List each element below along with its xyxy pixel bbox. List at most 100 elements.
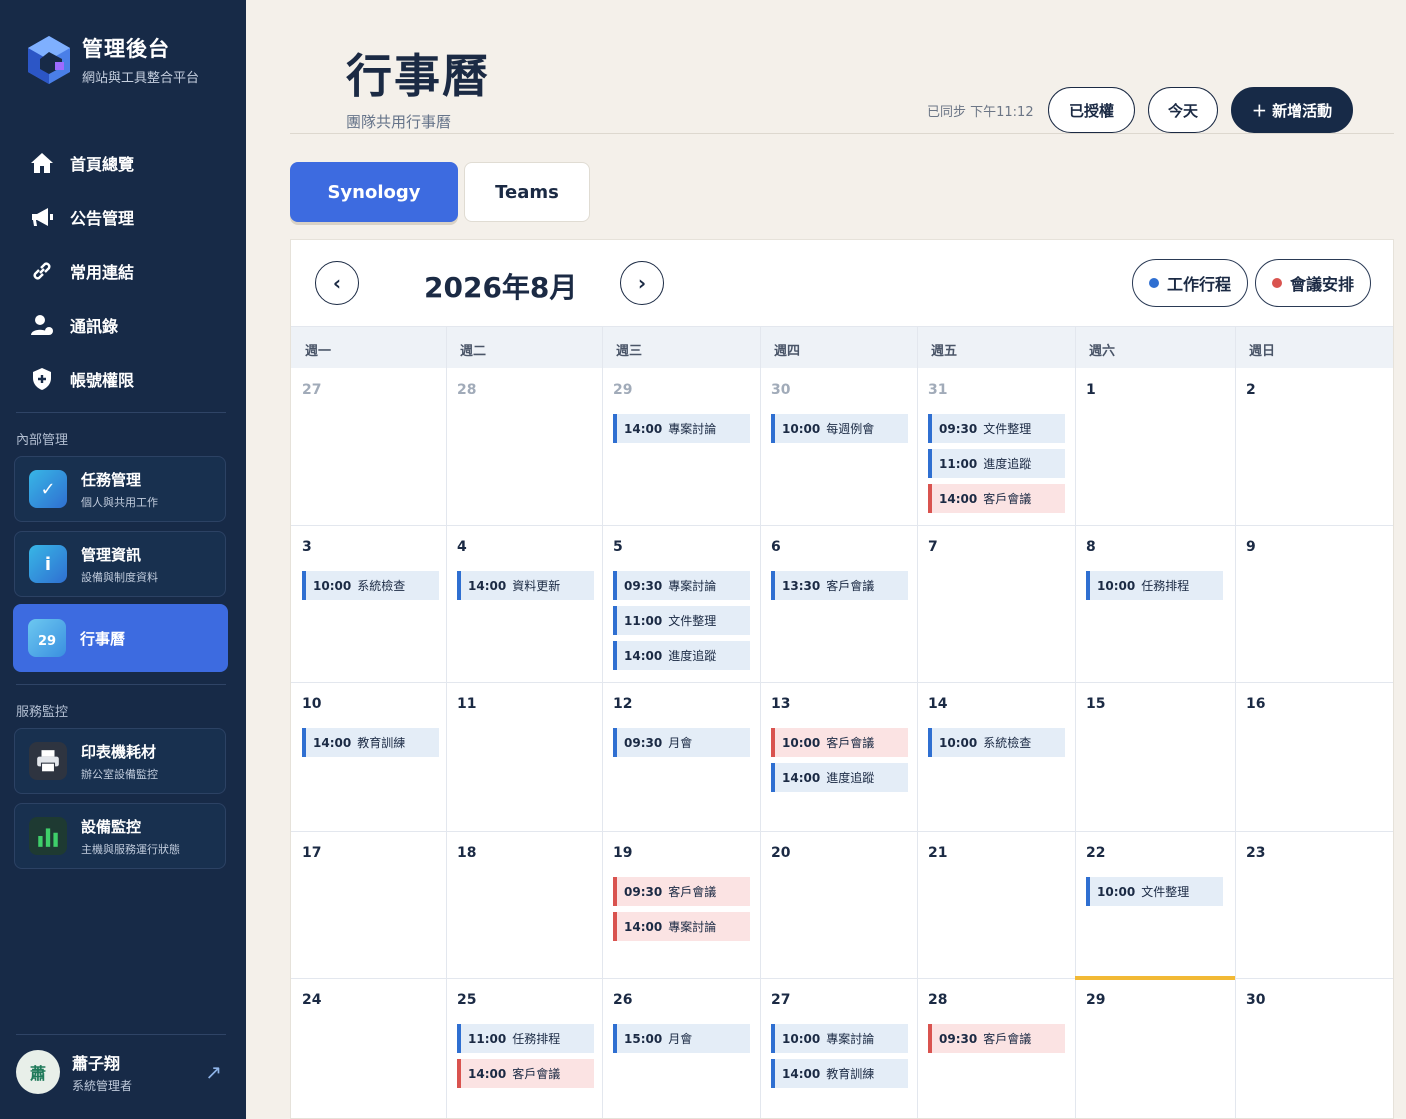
day-number[interactable]: 5 <box>613 539 623 555</box>
day-number[interactable]: 15 <box>1086 696 1105 712</box>
calendar-event[interactable]: 14:00 進度追蹤 <box>771 763 908 792</box>
nav-item-links[interactable]: 常用連結 <box>30 244 134 298</box>
day-number[interactable]: 10 <box>302 696 321 712</box>
day-number[interactable]: 2 <box>1246 382 1256 398</box>
calendar-event[interactable]: 09:30 客戶會議 <box>928 1024 1065 1053</box>
day-number[interactable]: 20 <box>771 845 790 861</box>
event-title: 資料更新 <box>512 579 561 593</box>
day-number[interactable]: 3 <box>302 539 312 555</box>
day-number[interactable]: 23 <box>1246 845 1265 861</box>
event-time: 10:00 <box>1097 578 1136 593</box>
day-number[interactable]: 1 <box>1086 382 1096 398</box>
day-number[interactable]: 7 <box>928 539 938 555</box>
day-number[interactable]: 13 <box>771 696 790 712</box>
event-time: 14:00 <box>624 648 663 663</box>
event-title: 教育訓練 <box>826 1067 875 1081</box>
day-number[interactable]: 24 <box>302 992 321 1008</box>
calendar-event[interactable]: 10:00 系統檢查 <box>928 728 1065 757</box>
day-number[interactable]: 25 <box>457 992 476 1008</box>
sidebar-divider <box>16 1034 226 1035</box>
day-number[interactable]: 12 <box>613 696 632 712</box>
day-number[interactable]: 31 <box>928 382 947 398</box>
grid-row-line <box>291 525 1393 526</box>
calendar-event[interactable]: 11:00 文件整理 <box>613 606 750 635</box>
calendar-event[interactable]: 10:00 系統檢查 <box>302 571 439 600</box>
card-calendar[interactable]: 29 行事曆 <box>13 604 228 672</box>
nav-item-contacts[interactable]: 通訊錄 <box>30 298 134 352</box>
calendar-event[interactable]: 14:00 客戶會議 <box>928 484 1065 513</box>
nav-item-announcements[interactable]: 公告管理 <box>30 190 134 244</box>
calendar-event[interactable]: 09:30 文件整理 <box>928 414 1065 443</box>
day-number[interactable]: 21 <box>928 845 947 861</box>
day-number[interactable]: 27 <box>302 382 321 398</box>
card-title: 行事曆 <box>80 629 126 648</box>
prev-month-button[interactable]: ‹ <box>315 261 359 305</box>
calendar-event[interactable]: 13:30 客戶會議 <box>771 571 908 600</box>
nav-item-permissions[interactable]: 帳號權限 <box>30 352 134 406</box>
card-management-info[interactable]: i 管理資訊 設備與制度資料 <box>14 531 226 597</box>
calendar-event[interactable]: 10:00 任務排程 <box>1086 571 1223 600</box>
today-button[interactable]: 今天 <box>1148 87 1218 133</box>
legend-meeting[interactable]: 會議安排 <box>1255 259 1371 307</box>
calendar-event[interactable]: 14:00 專案討論 <box>613 912 750 941</box>
brand-logo-icon <box>28 35 70 84</box>
card-device-monitor[interactable]: 設備監控 主機與服務運行狀態 <box>14 803 226 869</box>
calendar-event[interactable]: 14:00 專案討論 <box>613 414 750 443</box>
tab-synology[interactable]: Synology <box>290 162 458 222</box>
page-title: 行事曆 <box>346 49 490 103</box>
card-printer-supplies[interactable]: 印表機耗材 辦公室設備監控 <box>14 728 226 794</box>
calendar-event[interactable]: 09:30 月會 <box>613 728 750 757</box>
event-time: 10:00 <box>1097 884 1136 899</box>
calendar-event[interactable]: 11:00 任務排程 <box>457 1024 594 1053</box>
day-number[interactable]: 16 <box>1246 696 1265 712</box>
add-event-button[interactable]: ＋ 新增活動 <box>1231 87 1353 133</box>
tab-teams[interactable]: Teams <box>464 162 590 222</box>
calendar-event[interactable]: 10:00 文件整理 <box>1086 877 1223 906</box>
section-label-internal: 內部管理 <box>16 433 69 448</box>
calendar-event[interactable]: 09:30 客戶會議 <box>613 877 750 906</box>
calendar-event[interactable]: 10:00 專案討論 <box>771 1024 908 1053</box>
bar-chart-icon <box>29 817 67 855</box>
day-number[interactable]: 28 <box>457 382 476 398</box>
day-number[interactable]: 29 <box>613 382 632 398</box>
calendar-event[interactable]: 10:00 客戶會議 <box>771 728 908 757</box>
day-number[interactable]: 11 <box>457 696 476 712</box>
calendar-event[interactable]: 14:00 教育訓練 <box>302 728 439 757</box>
external-arrow-icon[interactable]: ↗ <box>205 1060 222 1084</box>
day-number[interactable]: 30 <box>1246 992 1265 1008</box>
weekday-label: 週一 <box>305 344 332 359</box>
nav-item-home[interactable]: 首頁總覽 <box>30 136 134 190</box>
day-number[interactable]: 19 <box>613 845 632 861</box>
calendar-event[interactable]: 15:00 月會 <box>613 1024 750 1053</box>
brand[interactable]: 管理後台 網站與工具整合平台 <box>26 33 199 86</box>
calendar-event[interactable]: 09:30 專案討論 <box>613 571 750 600</box>
day-number[interactable]: 14 <box>928 696 947 712</box>
day-number[interactable]: 4 <box>457 539 467 555</box>
card-subtitle: 辦公室設備監控 <box>81 767 158 781</box>
day-number[interactable]: 29 <box>1086 992 1105 1008</box>
day-number[interactable]: 28 <box>928 992 947 1008</box>
calendar-event[interactable]: 14:00 資料更新 <box>457 571 594 600</box>
calendar-event[interactable]: 14:00 客戶會議 <box>457 1059 594 1088</box>
grid-column-line <box>760 326 761 1118</box>
day-number[interactable]: 27 <box>771 992 790 1008</box>
card-task-management[interactable]: ✓ 任務管理 個人與共用工作 <box>14 456 226 522</box>
authorized-button[interactable]: 已授權 <box>1048 87 1135 133</box>
user-profile[interactable]: 蕭 蕭子翔 系統管理者 ↗ <box>16 1050 230 1094</box>
day-number[interactable]: 6 <box>771 539 781 555</box>
calendar-event[interactable]: 14:00 進度追蹤 <box>613 641 750 670</box>
day-number[interactable]: 9 <box>1246 539 1256 555</box>
legend-work[interactable]: 工作行程 <box>1132 259 1248 307</box>
day-number[interactable]: 18 <box>457 845 476 861</box>
day-number[interactable]: 30 <box>771 382 790 398</box>
calendar-event[interactable]: 10:00 每週例會 <box>771 414 908 443</box>
day-number[interactable]: 17 <box>302 845 321 861</box>
calendar-event[interactable]: 11:00 進度追蹤 <box>928 449 1065 478</box>
event-time: 11:00 <box>939 456 978 471</box>
day-number[interactable]: 22 <box>1086 845 1105 861</box>
day-number[interactable]: 26 <box>613 992 632 1008</box>
day-number[interactable]: 8 <box>1086 539 1096 555</box>
next-month-button[interactable]: › <box>620 261 664 305</box>
calendar-event[interactable]: 14:00 教育訓練 <box>771 1059 908 1088</box>
event-title: 專案討論 <box>668 920 717 934</box>
